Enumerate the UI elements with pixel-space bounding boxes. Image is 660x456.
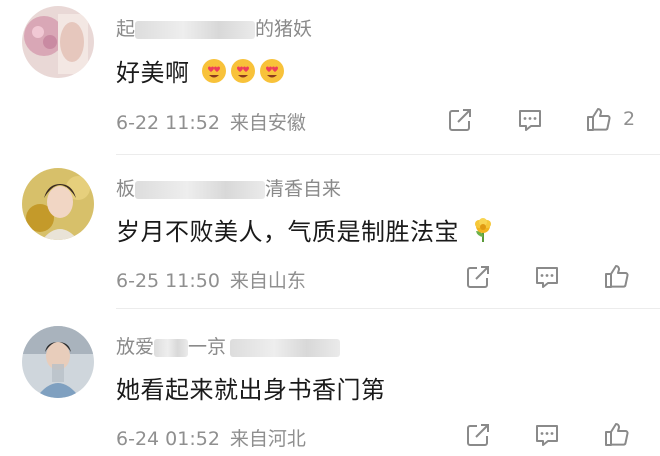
heart-eyes-emoji	[201, 58, 227, 90]
comment-meta: 6-24 01:52 来自河北	[116, 424, 306, 451]
share-icon	[449, 109, 471, 131]
heart-eyes-emoji	[230, 58, 256, 90]
comment-text: 好美啊	[116, 53, 285, 90]
comment-item: 板清香自来 岁月不败美人，气质是制胜法宝 6-25 11:50 来自山东	[0, 160, 660, 305]
like-count: 2	[623, 108, 636, 130]
username[interactable]: 起的猪妖	[116, 14, 312, 41]
heart-eyes-emoji	[259, 58, 285, 90]
username[interactable]: 板清香自来	[116, 174, 341, 201]
comment-text: 岁月不败美人，气质是制胜法宝	[116, 212, 496, 249]
comment-icon	[536, 267, 558, 288]
location: 来自安徽	[229, 112, 306, 134]
timestamp: 6-22 11:52	[116, 112, 220, 134]
location: 来自山东	[229, 270, 306, 292]
like-button[interactable]	[583, 103, 615, 135]
username[interactable]: 放爱 一京	[116, 332, 341, 359]
like-button[interactable]	[601, 260, 633, 292]
divider	[116, 154, 660, 155]
share-icon	[467, 266, 489, 288]
flower-emoji	[470, 217, 496, 249]
reply-button[interactable]	[531, 419, 563, 451]
reply-button[interactable]	[531, 261, 563, 293]
avatar[interactable]	[22, 6, 94, 78]
location: 来自河北	[229, 428, 306, 450]
timestamp: 6-25 11:50	[116, 270, 220, 292]
share-button[interactable]	[462, 261, 494, 293]
avatar[interactable]	[22, 168, 94, 240]
comment-meta: 6-25 11:50 来自山东	[116, 266, 306, 293]
comment-item: 放爱 一京 她看起来就出身书香门第 6-24 01:52 来自河北	[0, 316, 660, 456]
thumbs-up-icon	[605, 265, 629, 288]
like-button[interactable]	[601, 418, 633, 450]
share-button[interactable]	[444, 104, 476, 136]
comment-text: 她看起来就出身书香门第	[116, 376, 386, 404]
timestamp: 6-24 01:52	[116, 428, 220, 450]
divider	[116, 308, 660, 309]
share-icon	[467, 424, 489, 446]
avatar[interactable]	[22, 326, 94, 398]
comment-icon	[519, 110, 541, 131]
reply-button[interactable]	[514, 104, 546, 136]
thumbs-up-icon	[605, 423, 629, 446]
share-button[interactable]	[462, 419, 494, 451]
comment-icon	[536, 425, 558, 446]
comment-meta: 6-22 11:52 来自安徽	[116, 108, 306, 135]
thumbs-up-icon	[587, 108, 611, 131]
comment-item: 起的猪妖 好美啊 6-22 11:52 来自安徽 2	[0, 0, 660, 150]
